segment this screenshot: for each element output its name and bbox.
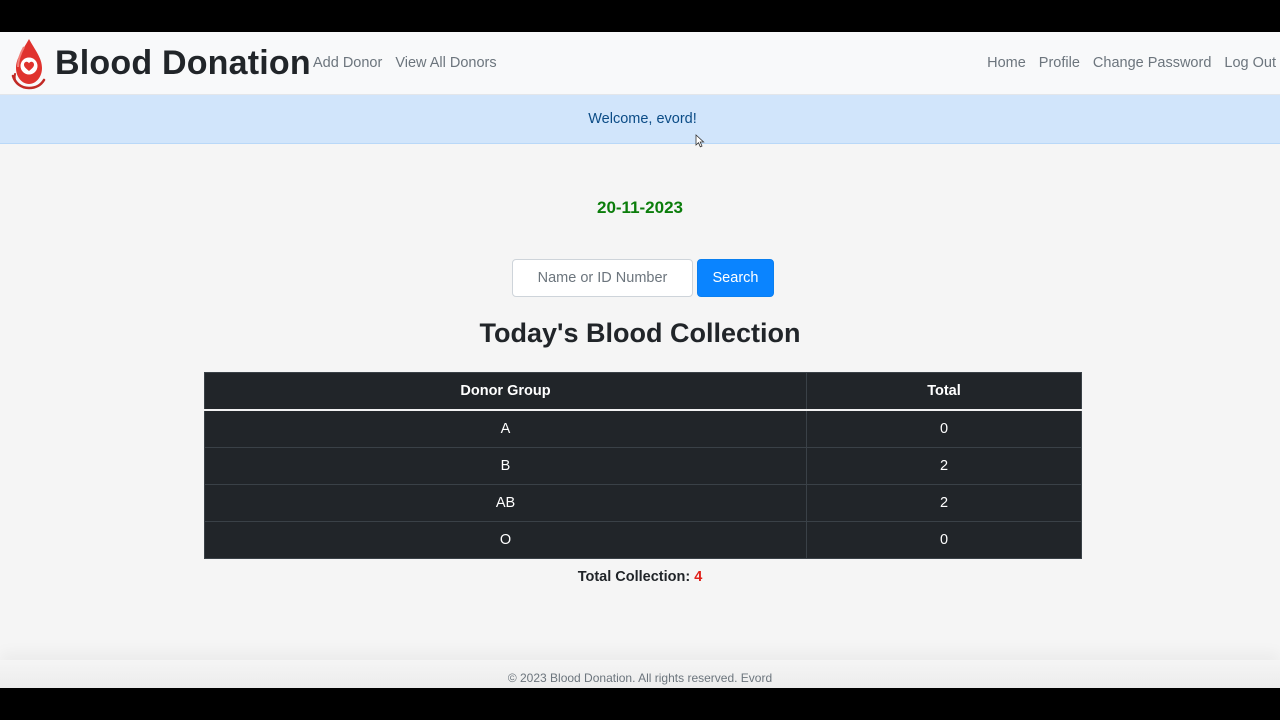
nav-right: Home Profile Change Password Log Out <box>974 32 1276 94</box>
cell-total: 2 <box>806 484 1082 522</box>
welcome-alert: Welcome, evord! <box>0 95 1280 144</box>
collection-table: Donor Group Total A 0 B 2 AB 2 O 0 <box>204 372 1082 559</box>
navbar: Blood Donation Add Donor View All Donors… <box>0 32 1280 95</box>
nav-home[interactable]: Home <box>987 55 1026 71</box>
cell-total: 2 <box>806 447 1082 485</box>
footer-copyright: © 2023 Blood Donation. All rights reserv… <box>507 671 773 685</box>
nav-change-password[interactable]: Change Password <box>1093 55 1212 71</box>
nav-left: Add Donor View All Donors <box>313 32 510 94</box>
search-button[interactable]: Search <box>697 259 774 297</box>
cell-total: 0 <box>806 521 1082 559</box>
current-date: 20-11-2023 <box>596 198 684 217</box>
cell-total: 0 <box>806 409 1082 448</box>
nav-view-all-donors[interactable]: View All Donors <box>395 55 496 71</box>
table-row: AB 2 <box>204 484 1082 522</box>
mouse-cursor-icon <box>695 134 705 148</box>
column-header-total: Total <box>806 372 1082 411</box>
total-collection: Total Collection: 4 <box>0 569 1280 585</box>
browser-viewport: Blood Donation Add Donor View All Donors… <box>0 32 1280 688</box>
page-title: Today's Blood Collection <box>479 318 801 348</box>
table-row: B 2 <box>204 447 1082 485</box>
cell-donor-group: A <box>204 409 807 448</box>
cell-donor-group: O <box>204 521 807 559</box>
table-row: A 0 <box>204 409 1082 448</box>
search-form: Search <box>512 259 774 297</box>
brand[interactable]: Blood Donation <box>11 35 311 91</box>
cell-donor-group: B <box>204 447 807 485</box>
cell-donor-group: AB <box>204 484 807 522</box>
nav-profile[interactable]: Profile <box>1039 55 1080 71</box>
total-collection-label: Total Collection: <box>577 569 691 585</box>
nav-log-out[interactable]: Log Out <box>1224 55 1276 71</box>
column-header-donor-group: Donor Group <box>204 372 807 411</box>
table-header-row: Donor Group Total <box>204 372 1082 411</box>
total-collection-value: 4 <box>694 569 703 585</box>
search-input[interactable] <box>512 259 693 297</box>
blood-drop-heart-icon <box>11 39 46 90</box>
table-row: O 0 <box>204 521 1082 559</box>
welcome-message: Welcome, evord! <box>588 111 697 127</box>
footer: © 2023 Blood Donation. All rights reserv… <box>0 660 1280 688</box>
brand-name: Blood Donation <box>55 43 311 82</box>
nav-add-donor[interactable]: Add Donor <box>313 55 382 71</box>
